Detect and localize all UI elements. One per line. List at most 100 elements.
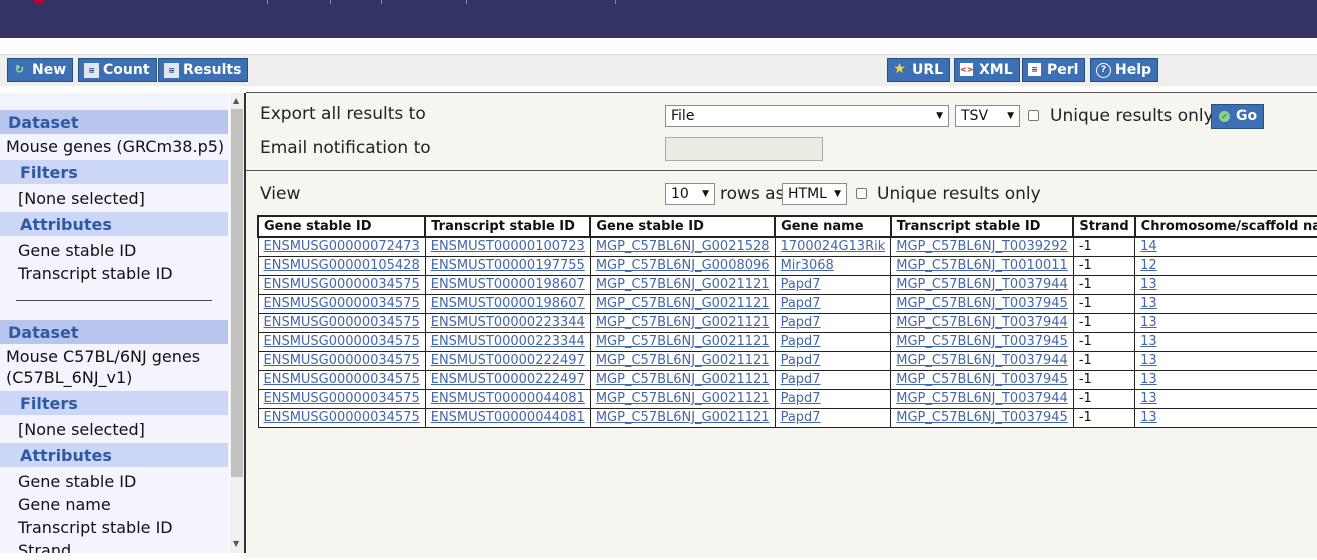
cell-link[interactable]: ENSMUST00000044081: [431, 391, 585, 406]
cell-link[interactable]: Papd7: [781, 353, 821, 368]
cell-link[interactable]: ENSMUST00000198607: [431, 296, 585, 311]
scrollbar-thumb[interactable]: [231, 109, 243, 477]
cell-link[interactable]: MGP_C57BL6NJ_T0037944: [896, 391, 1068, 406]
email-field[interactable]: [665, 137, 823, 161]
dataset-2-heading[interactable]: Dataset: [0, 320, 228, 344]
dataset-1-attribute-item: Gene stable ID: [18, 241, 137, 260]
cell-link[interactable]: MGP_C57BL6NJ_T0037945: [896, 296, 1068, 311]
cell-link[interactable]: MGP_C57BL6NJ_G0021121: [596, 353, 770, 368]
cell-link[interactable]: ENSMUST00000222497: [431, 353, 585, 368]
dataset-2-attribute-item: Gene stable ID: [18, 472, 137, 491]
table-cell: -1: [1072, 313, 1136, 333]
cell-link[interactable]: ENSMUSG00000034575: [264, 334, 420, 349]
dataset-1-heading[interactable]: Dataset: [0, 110, 228, 134]
cell-link[interactable]: 13: [1140, 315, 1157, 330]
dataset-1-attributes-heading[interactable]: Attributes: [0, 212, 228, 236]
dataset-2-attributes-heading[interactable]: Attributes: [0, 443, 228, 467]
cell-link[interactable]: MGP_C57BL6NJ_T0037945: [896, 372, 1068, 387]
cell-link[interactable]: 13: [1140, 353, 1157, 368]
scroll-down-arrow-icon[interactable]: ▼: [233, 540, 239, 548]
cell-link[interactable]: ENSMUSG00000034575: [264, 353, 420, 368]
cell-link[interactable]: ENSMUSG00000034575: [264, 391, 420, 406]
cell-link[interactable]: 13: [1140, 277, 1157, 292]
cell-link[interactable]: MGP_C57BL6NJ_G0021121: [596, 410, 770, 425]
count-button[interactable]: ≡ Count: [78, 58, 157, 82]
help-button[interactable]: ? Help: [1090, 58, 1159, 82]
cell-link[interactable]: MGP_C57BL6NJ_T0037944: [896, 353, 1068, 368]
xml-button[interactable]: <> XML: [954, 58, 1020, 82]
perl-button[interactable]: ≡ Perl: [1022, 58, 1086, 82]
cell-link[interactable]: MGP_C57BL6NJ_T0010011: [896, 258, 1068, 273]
cell-link[interactable]: Papd7: [781, 277, 821, 292]
cell-link[interactable]: MGP_C57BL6NJ_T0037945: [896, 410, 1068, 425]
view-format-value: HTML: [788, 186, 827, 202]
export-format-value: TSV: [961, 108, 989, 124]
banner-red-mark: [34, 0, 44, 3]
sidebar-scrollbar[interactable]: ▲ ▼: [230, 93, 244, 553]
view-unique-checkbox[interactable]: [856, 188, 867, 199]
cell-link[interactable]: ENSMUST00000223344: [431, 315, 585, 330]
export-destination-select[interactable]: File ▼: [665, 105, 949, 127]
table-cell: ENSMUSG00000034575: [257, 408, 426, 428]
cell-link[interactable]: ENSMUST00000197755: [431, 258, 585, 273]
cell-link[interactable]: Papd7: [781, 296, 821, 311]
go-button[interactable]: ✓ Go: [1211, 104, 1264, 129]
cell-link[interactable]: ENSMUSG00000034575: [264, 296, 420, 311]
cell-link[interactable]: ENSMUST00000222497: [431, 372, 585, 387]
cell-link[interactable]: 13: [1140, 296, 1157, 311]
cell-link[interactable]: ENSMUST00000223344: [431, 334, 585, 349]
cell-link[interactable]: ENSMUSG00000034575: [264, 315, 420, 330]
cell-link[interactable]: 14: [1140, 239, 1157, 254]
cell-link[interactable]: MGP_C57BL6NJ_G0008096: [596, 258, 770, 273]
cell-link[interactable]: 13: [1140, 391, 1157, 406]
cell-link[interactable]: MGP_C57BL6NJ_G0021121: [596, 372, 770, 387]
cell-link[interactable]: 12: [1140, 258, 1157, 273]
cell-link[interactable]: MGP_C57BL6NJ_T0037944: [896, 315, 1068, 330]
cell-link[interactable]: 1700024G13Rik: [781, 239, 886, 254]
export-unique-checkbox[interactable]: [1028, 110, 1039, 121]
cell-link[interactable]: Papd7: [781, 391, 821, 406]
cell-link[interactable]: MGP_C57BL6NJ_G0021528: [596, 239, 770, 254]
cell-link[interactable]: ENSMUSG00000034575: [264, 372, 420, 387]
export-format-select[interactable]: TSV ▼: [955, 105, 1020, 127]
cell-link[interactable]: MGP_C57BL6NJ_G0021121: [596, 334, 770, 349]
cell-link[interactable]: MGP_C57BL6NJ_G0021121: [596, 391, 770, 406]
dataset-1-name[interactable]: Mouse genes (GRCm38.p5): [6, 136, 224, 157]
table-cell: ENSMUSG00000105428: [257, 256, 426, 276]
banner-divider: [615, 0, 616, 4]
cell-link[interactable]: Papd7: [781, 410, 821, 425]
dataset-2-name-line1[interactable]: Mouse C57BL/6NJ genes: [6, 346, 200, 367]
cell-link[interactable]: Mir3068: [781, 258, 834, 273]
table-cell: MGP_C57BL6NJ_G0021121: [589, 313, 776, 333]
cell-link[interactable]: MGP_C57BL6NJ_G0021121: [596, 315, 770, 330]
dataset-2-filters-heading[interactable]: Filters: [0, 391, 228, 415]
url-button[interactable]: ★ URL: [887, 58, 951, 82]
cell-link[interactable]: MGP_C57BL6NJ_T0039292: [896, 239, 1068, 254]
cell-link[interactable]: ENSMUSG00000034575: [264, 277, 420, 292]
cell-link[interactable]: ENSMUST00000044081: [431, 410, 585, 425]
cell-link[interactable]: MGP_C57BL6NJ_T0037945: [896, 334, 1068, 349]
cell-link[interactable]: ENSMUST00000100723: [431, 239, 585, 254]
view-format-select[interactable]: HTML ▼: [782, 183, 847, 205]
cell-link[interactable]: 13: [1140, 372, 1157, 387]
cell-link[interactable]: MGP_C57BL6NJ_G0021121: [596, 277, 770, 292]
cell-link[interactable]: Papd7: [781, 334, 821, 349]
new-button[interactable]: ↻ New: [7, 58, 74, 82]
results-button[interactable]: ≡ Results: [158, 58, 249, 82]
cell-link[interactable]: MGP_C57BL6NJ_G0021121: [596, 296, 770, 311]
cell-link[interactable]: ENSMUSG00000034575: [264, 410, 420, 425]
table-cell: ENSMUST00000223344: [424, 332, 591, 352]
cell-link[interactable]: ENSMUSG00000072473: [264, 239, 420, 254]
cell-link[interactable]: 13: [1140, 410, 1157, 425]
dataset-2-name-line2[interactable]: (C57BL_6NJ_v1): [6, 367, 132, 388]
cell-link[interactable]: MGP_C57BL6NJ_T0037944: [896, 277, 1068, 292]
cell-link[interactable]: ENSMUST00000198607: [431, 277, 585, 292]
cell-link[interactable]: Papd7: [781, 372, 821, 387]
dataset-1-filters-heading[interactable]: Filters: [0, 160, 228, 184]
table-cell: MGP_C57BL6NJ_T0037945: [890, 408, 1074, 428]
scroll-up-arrow-icon[interactable]: ▲: [233, 97, 239, 105]
cell-link[interactable]: 13: [1140, 334, 1157, 349]
rows-per-page-select[interactable]: 10 ▼: [665, 183, 715, 205]
cell-link[interactable]: Papd7: [781, 315, 821, 330]
cell-link[interactable]: ENSMUSG00000105428: [264, 258, 420, 273]
